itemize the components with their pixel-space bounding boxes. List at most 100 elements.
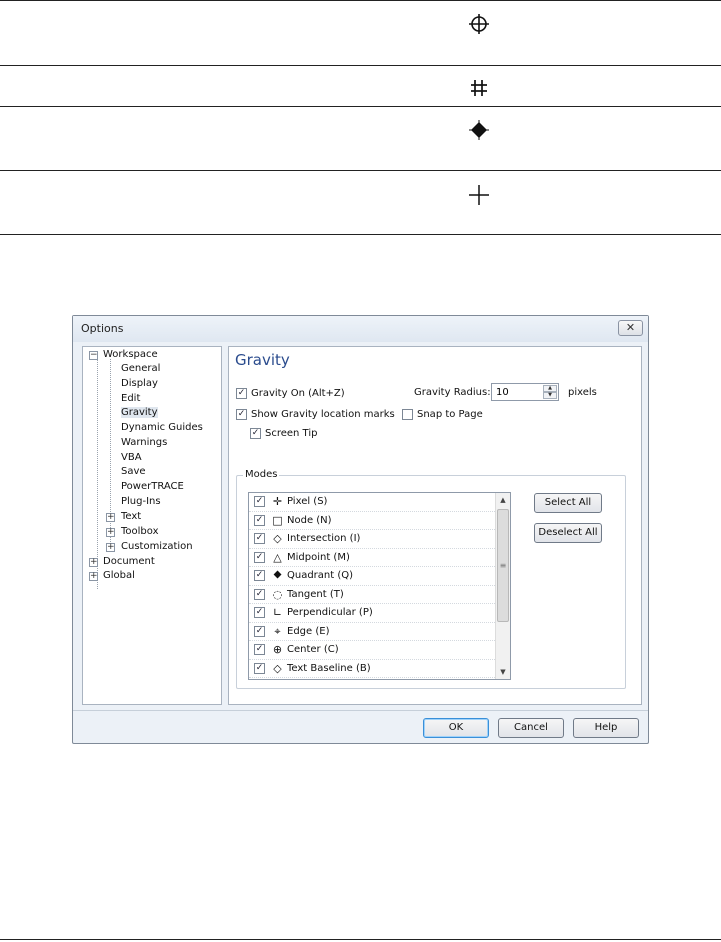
modes-scrollbar[interactable]: ▲ ≡ ▼ (495, 493, 510, 679)
list-item[interactable]: ✓ ⌖ Edge (E) (249, 623, 495, 641)
mode-label: Text Baseline (B) (287, 662, 371, 674)
list-item[interactable]: ✓ △ Midpoint (M) (249, 549, 495, 567)
mode-checkbox[interactable]: ✓ (254, 570, 265, 581)
snap-to-page-label: Snap to Page (417, 409, 483, 420)
expand-icon[interactable]: + (106, 513, 115, 522)
text-baseline-snap-icon: ◇ (273, 661, 282, 675)
mode-label: Midpoint (M) (287, 551, 350, 563)
mode-checkbox[interactable]: ✓ (254, 644, 265, 655)
snap-to-page-checkbox[interactable] (402, 409, 413, 420)
list-item[interactable]: ✓ □ Node (N) (249, 512, 495, 530)
tree-item-label: Workspace (103, 349, 158, 360)
center-snap-icon: ⊕ (272, 643, 283, 656)
tree-item-dynamic-guides[interactable]: Dynamic Guides (121, 421, 203, 435)
mode-label: Edge (E) (287, 625, 330, 637)
show-gravity-marks-checkbox[interactable]: ✓ (236, 409, 247, 420)
mode-label: Quadrant (Q) (287, 570, 354, 581)
spin-down-icon[interactable]: ▼ (543, 392, 557, 399)
footer-divider (73, 710, 648, 711)
tree-item-label: Global (103, 570, 135, 581)
screen-tip-label: Screen Tip (265, 428, 318, 439)
tangent-snap-icon: ◌ (272, 587, 283, 601)
screen-tip-checkbox[interactable]: ✓ (250, 428, 261, 439)
tree-item-warnings[interactable]: Warnings (121, 436, 167, 450)
tree-item-label: Save (121, 466, 146, 477)
options-dialog: Options ✕ − Workspace General Display Ed… (72, 315, 649, 744)
crosshair-circle-icon (468, 13, 490, 39)
perpendicular-snap-icon: ∟ (272, 606, 283, 619)
dialog-title: Options (81, 322, 124, 335)
tree-item-gravity[interactable]: Gravity (121, 406, 158, 420)
list-item[interactable]: ✓ ◇ Intersection (I) (249, 530, 495, 549)
gravity-on-checkbox[interactable]: ✓ (236, 388, 247, 399)
mode-checkbox[interactable]: ✓ (254, 496, 265, 507)
table-bottom-rule (0, 234, 721, 235)
list-item[interactable]: ✓ ◌ Tangent (T) (249, 586, 495, 604)
tree-item-edit[interactable]: Edit (121, 392, 140, 406)
spin-up-icon[interactable]: ▲ (543, 385, 557, 392)
scroll-down-icon[interactable]: ▼ (496, 665, 510, 679)
tree-item-label: Dynamic Guides (121, 422, 203, 433)
tree-item-label: PowerTRACE (121, 481, 184, 492)
list-item[interactable]: ✓ ∟ Perpendicular (P) (249, 604, 495, 623)
radius-unit-label: pixels (568, 387, 597, 398)
gravity-radius-label: Gravity Radius: (414, 387, 491, 398)
scroll-thumb[interactable]: ≡ (497, 509, 509, 622)
mode-checkbox[interactable]: ✓ (254, 588, 265, 600)
help-button[interactable]: Help (573, 718, 639, 738)
modes-group: Modes ✓ ✛ Pixel (S) ✓ □ Node (N) ✓ ◇ Int… (236, 469, 626, 689)
expand-icon[interactable]: + (89, 558, 98, 567)
table-rule (0, 65, 721, 66)
mode-checkbox[interactable]: ✓ (254, 662, 265, 674)
expand-icon[interactable]: + (106, 543, 115, 552)
edge-snap-icon: ⌖ (274, 624, 281, 638)
page-bottom-rule (0, 939, 721, 940)
filled-diamond-icon (469, 120, 489, 144)
list-item[interactable]: ✓ ⯁ Quadrant (Q) (249, 567, 495, 586)
tree-item-label: Gravity (121, 407, 158, 418)
tree-item-powertrace[interactable]: PowerTRACE (121, 480, 184, 494)
mode-checkbox[interactable]: ✓ (254, 533, 265, 544)
gravity-radius-stepper[interactable]: ▲ ▼ (491, 383, 559, 401)
scroll-up-icon[interactable]: ▲ (496, 493, 510, 507)
tree-item-label: Toolbox (121, 526, 159, 537)
quadrant-snap-icon: ⯁ (273, 569, 282, 582)
tree-item-label: Display (121, 378, 158, 389)
tree-item-label: Warnings (121, 437, 168, 448)
tree-item-save[interactable]: Save (121, 465, 146, 479)
mode-checkbox[interactable]: ✓ (254, 551, 265, 563)
gravity-panel: Gravity ✓ Gravity On (Alt+Z) Gravity Rad… (228, 346, 642, 705)
list-item[interactable]: ✓ ◇ Text Baseline (B) (249, 660, 495, 678)
hash-grid-icon (469, 78, 489, 102)
deselect-all-button[interactable]: Deselect All (534, 523, 602, 543)
plus-crosshair-icon (468, 184, 490, 210)
expand-icon[interactable]: + (89, 572, 98, 581)
mode-label: Intersection (I) (287, 533, 361, 544)
table-rule (0, 106, 721, 107)
dialog-titlebar[interactable]: Options ✕ (73, 316, 648, 342)
cancel-button[interactable]: Cancel (498, 718, 564, 738)
tree-item-general[interactable]: General (121, 362, 160, 376)
list-item[interactable]: ✓ ✛ Pixel (S) (249, 493, 495, 512)
mode-checkbox[interactable]: ✓ (254, 625, 265, 637)
list-item[interactable]: ✓ ⊕ Center (C) (249, 641, 495, 660)
expand-icon[interactable]: + (106, 528, 115, 537)
mode-checkbox[interactable]: ✓ (254, 514, 265, 526)
tree-item-display[interactable]: Display (121, 377, 158, 391)
close-button[interactable]: ✕ (618, 320, 643, 336)
tree-item-vba[interactable]: VBA (121, 451, 142, 465)
mode-label: Center (C) (287, 644, 339, 655)
ok-button[interactable]: OK (423, 718, 489, 738)
modes-list[interactable]: ✓ ✛ Pixel (S) ✓ □ Node (N) ✓ ◇ Intersect… (248, 492, 511, 680)
mode-label: Perpendicular (P) (287, 607, 373, 618)
tree-item-plug-ins[interactable]: Plug-Ins (121, 495, 161, 509)
select-all-button[interactable]: Select All (534, 493, 602, 513)
mode-checkbox[interactable]: ✓ (254, 607, 265, 618)
gravity-radius-input[interactable] (492, 384, 542, 400)
page-title: Gravity (235, 351, 290, 369)
collapse-icon[interactable]: − (89, 351, 98, 360)
tree-item-label: Edit (121, 393, 141, 404)
tree-connector (97, 359, 98, 589)
options-tree: − Workspace General Display Edit Gravity… (82, 346, 222, 705)
tree-item-label: Text (121, 511, 142, 522)
